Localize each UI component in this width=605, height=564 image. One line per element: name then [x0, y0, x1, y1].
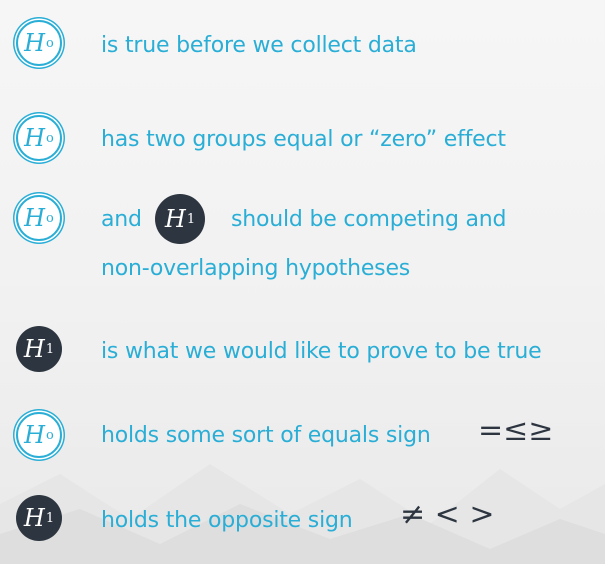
- h1-badge: H1: [16, 495, 62, 541]
- statement-5-text: holds some sort of equals sign: [101, 423, 431, 448]
- h0-badge: Ho: [16, 195, 62, 241]
- statement-3-prefix: and: [101, 207, 142, 232]
- statement-3-line2: non-overlapping hypotheses: [101, 256, 411, 281]
- h1-badge: H1: [16, 326, 62, 372]
- statement-1-text: is true before we collect data: [101, 33, 417, 58]
- h0-badge: Ho: [16, 115, 62, 161]
- statement-4-text: is what we would like to prove to be tru…: [101, 339, 542, 364]
- h1-badge: H1: [155, 194, 205, 244]
- h0-badge: Ho: [16, 20, 62, 66]
- statement-3-suffix: should be competing and: [231, 207, 507, 232]
- equals-symbols: =≤≥: [478, 413, 554, 448]
- statement-6-text: holds the opposite sign: [101, 508, 353, 533]
- background-mountains: [0, 464, 605, 564]
- opposite-symbols: ≠ < >: [400, 497, 495, 532]
- h0-badge: Ho: [16, 412, 62, 458]
- statement-2-text: has two groups equal or “zero” effect: [101, 127, 506, 152]
